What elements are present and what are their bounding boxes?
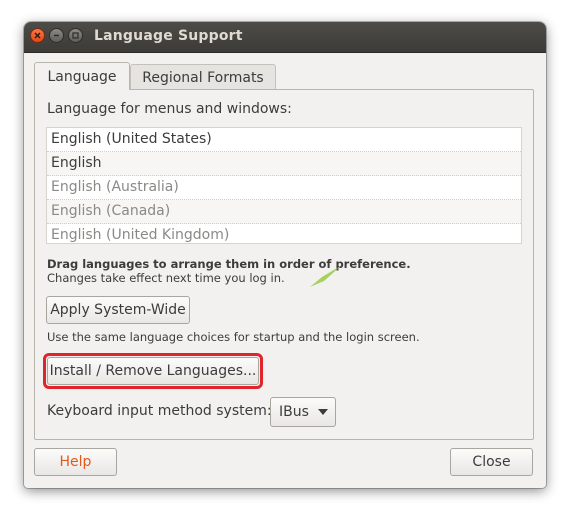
red-highlight-box — [43, 353, 263, 389]
apply-system-wide-button[interactable]: Apply System-Wide — [46, 296, 190, 324]
list-item[interactable]: English (United Kingdom) — [47, 224, 521, 248]
chevron-down-icon — [318, 409, 328, 415]
tab-regional-formats[interactable]: Regional Formats — [130, 64, 276, 90]
keyboard-input-combo[interactable]: IBus — [270, 397, 336, 427]
keyboard-input-value: IBus — [279, 404, 309, 420]
tab-language[interactable]: Language — [34, 62, 130, 90]
list-item[interactable]: English (United States) — [47, 128, 521, 152]
minimize-icon[interactable] — [49, 28, 64, 43]
list-item[interactable]: English — [47, 152, 521, 176]
drag-subhint: Changes take effect next time you log in… — [47, 271, 285, 285]
help-button[interactable]: Help — [34, 448, 117, 476]
close-icon[interactable] — [30, 28, 45, 43]
apply-note: Use the same language choices for startu… — [47, 330, 420, 344]
window-title: Language Support — [94, 28, 243, 44]
maximize-icon[interactable] — [68, 28, 83, 43]
language-support-window: Language Support Language Regional Forma… — [24, 22, 546, 488]
drag-hint: Drag languages to arrange them in order … — [47, 257, 411, 271]
keyboard-input-label: Keyboard input method system: — [47, 403, 272, 419]
title-bar[interactable]: Language Support — [24, 22, 546, 53]
watermark-check-icon — [310, 265, 342, 287]
list-item[interactable]: English (Australia) — [47, 176, 521, 200]
language-list[interactable]: English (United States) English English … — [46, 127, 522, 244]
watermark-logo — [252, 265, 342, 299]
language-list-label: Language for menus and windows: — [47, 101, 292, 117]
close-button[interactable]: Close — [450, 448, 533, 476]
list-item[interactable]: English (Canada) — [47, 200, 521, 224]
